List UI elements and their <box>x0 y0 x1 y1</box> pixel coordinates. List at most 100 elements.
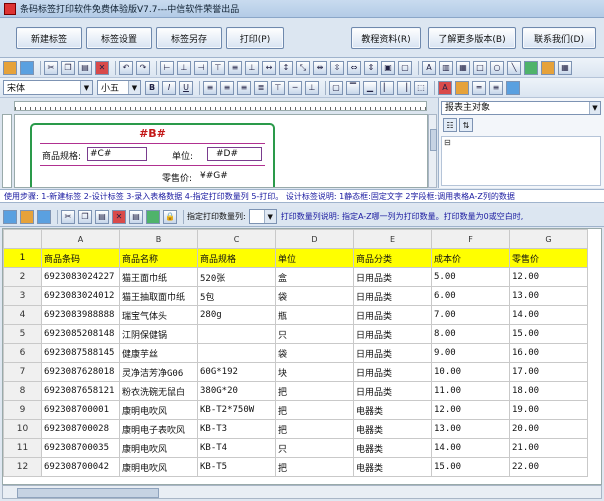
table-cell[interactable]: 15.00 <box>509 324 588 344</box>
space-vertical-icon[interactable]: ⇳ <box>330 60 344 75</box>
column-header[interactable]: E <box>353 229 432 249</box>
copy-icon[interactable]: ❐ <box>61 60 75 75</box>
text-middle-icon[interactable]: ─ <box>288 80 302 95</box>
center-horizontal-icon[interactable]: ⇔ <box>347 60 361 75</box>
undo-icon[interactable]: ↶ <box>119 60 133 75</box>
table-cell[interactable]: 14.00 <box>509 305 588 325</box>
same-height-icon[interactable]: ↕ <box>279 60 293 75</box>
text-justify-icon[interactable]: ≣ <box>254 80 268 95</box>
send-back-icon[interactable]: ▢ <box>398 60 412 75</box>
table-cell[interactable]: 18.00 <box>509 381 588 401</box>
align-center-icon[interactable]: ⊥ <box>177 60 191 75</box>
table-cell[interactable]: 17.00 <box>509 362 588 382</box>
save-as-button[interactable]: 标签另存 <box>156 27 222 49</box>
table-cell[interactable]: 零售价 <box>509 248 588 268</box>
column-header[interactable]: D <box>275 229 354 249</box>
table-cell[interactable]: 电器类 <box>353 419 432 439</box>
table-cell[interactable]: 袋 <box>275 286 354 306</box>
table-cell[interactable]: 康明电吹风 <box>119 457 198 477</box>
border-bottom-icon[interactable]: ▁ <box>363 80 377 95</box>
paste-icon[interactable]: ▤ <box>78 60 92 75</box>
table-cell[interactable]: 把 <box>275 400 354 420</box>
property-grid[interactable] <box>441 136 601 186</box>
table-cell[interactable]: KB-T5 <box>197 457 276 477</box>
table-cell[interactable]: 把 <box>275 381 354 401</box>
cut-icon[interactable]: ✂ <box>61 209 75 224</box>
align-left-icon[interactable]: ⊢ <box>160 60 174 75</box>
table-cell[interactable]: 块 <box>275 362 354 382</box>
table-cell[interactable]: 6923087588145 <box>41 343 120 363</box>
space-horizontal-icon[interactable]: ⇹ <box>313 60 327 75</box>
table-cell[interactable]: 商品分类 <box>353 248 432 268</box>
table-cell[interactable]: 猫王抽取面巾纸 <box>119 286 198 306</box>
table-cell[interactable]: 13.00 <box>431 419 510 439</box>
table-cell[interactable]: 成本价 <box>431 248 510 268</box>
label-settings-button[interactable]: 标签设置 <box>86 27 152 49</box>
table-cell[interactable]: 商品规格 <box>197 248 276 268</box>
text-tool-icon[interactable]: A <box>422 60 436 75</box>
cut-icon[interactable]: ✂ <box>44 60 58 75</box>
save-icon[interactable] <box>20 60 34 75</box>
table-cell[interactable]: KB-T2*750W <box>197 400 276 420</box>
unit-field[interactable]: #D# <box>207 147 262 161</box>
table-cell[interactable]: KB-T4 <box>197 438 276 458</box>
open-sheet-icon[interactable] <box>20 209 34 224</box>
underline-icon[interactable]: U <box>179 80 193 95</box>
table-cell[interactable]: 14.00 <box>431 438 510 458</box>
column-header[interactable]: B <box>119 229 198 249</box>
column-header[interactable]: F <box>431 229 510 249</box>
chart-icon[interactable] <box>541 60 555 75</box>
row-header[interactable]: 6 <box>3 343 42 363</box>
column-header[interactable]: A <box>41 229 120 249</box>
align-top-icon[interactable]: ⊤ <box>211 60 225 75</box>
text-align-left-icon[interactable]: ≡ <box>203 80 217 95</box>
line-icon[interactable]: ╲ <box>507 60 521 75</box>
table-cell[interactable]: 8.00 <box>431 324 510 344</box>
table-cell[interactable]: 20.00 <box>509 419 588 439</box>
table-cell[interactable]: 只 <box>275 324 354 344</box>
table-cell[interactable]: 日用品类 <box>353 286 432 306</box>
canvas-scrollbar[interactable] <box>428 114 437 188</box>
table-icon[interactable]: ▦ <box>558 60 572 75</box>
new-label-button[interactable]: 新建标签 <box>16 27 82 49</box>
categorized-icon[interactable]: ☷ <box>443 118 457 132</box>
table-cell[interactable] <box>197 343 276 363</box>
table-cell[interactable]: 60G*192 <box>197 362 276 382</box>
table-cell[interactable]: 15.00 <box>431 457 510 477</box>
table-cell[interactable]: 日用品类 <box>353 267 432 287</box>
delete-icon[interactable]: ✕ <box>95 60 109 75</box>
row-header[interactable]: 2 <box>3 267 42 287</box>
paste-icon[interactable]: ▤ <box>95 209 109 224</box>
table-cell[interactable]: 瓶 <box>275 305 354 325</box>
data-sheet[interactable]: A B C D E F G 1 商品条码 商品名称 商品规格 单位 商品分类 成本价 零售价 2… <box>2 228 602 485</box>
corner-cell[interactable] <box>3 229 42 249</box>
align-right-icon[interactable]: ⊣ <box>194 60 208 75</box>
table-cell[interactable]: 21.00 <box>509 438 588 458</box>
text-top-icon[interactable]: ⊤ <box>271 80 285 95</box>
table-cell[interactable]: 日用品类 <box>353 324 432 344</box>
import-excel-icon[interactable] <box>146 209 160 224</box>
table-cell[interactable]: 江阴保健锅 <box>119 324 198 344</box>
sort-alpha-icon[interactable]: ⇅ <box>459 118 473 132</box>
table-cell[interactable]: 6923083024227 <box>41 267 120 287</box>
row-header[interactable]: 4 <box>3 305 42 325</box>
table-cell[interactable]: 电器类 <box>353 457 432 477</box>
text-align-right-icon[interactable]: ≡ <box>237 80 251 95</box>
table-cell[interactable]: 6923087658121 <box>41 381 120 401</box>
align-middle-icon[interactable]: ≡ <box>228 60 242 75</box>
object-selector[interactable]: 报表主对象 ▼ <box>441 101 601 115</box>
align-bottom-icon[interactable]: ⊥ <box>245 60 259 75</box>
table-cell[interactable]: 把 <box>275 419 354 439</box>
delete-icon[interactable]: ✕ <box>112 209 126 224</box>
table-cell[interactable]: 日用品类 <box>353 305 432 325</box>
insert-row-icon[interactable]: ▤ <box>129 209 143 224</box>
table-cell[interactable]: 瑞宝气体头 <box>119 305 198 325</box>
row-header[interactable]: 11 <box>3 438 42 458</box>
row-header[interactable]: 8 <box>3 381 42 401</box>
table-cell[interactable]: 电器类 <box>353 438 432 458</box>
table-cell[interactable]: 692308700028 <box>41 419 120 439</box>
line-width-icon[interactable]: ≡ <box>489 80 503 95</box>
table-cell[interactable]: 把 <box>275 457 354 477</box>
column-header[interactable]: G <box>509 229 588 249</box>
table-cell[interactable]: 19.00 <box>509 400 588 420</box>
